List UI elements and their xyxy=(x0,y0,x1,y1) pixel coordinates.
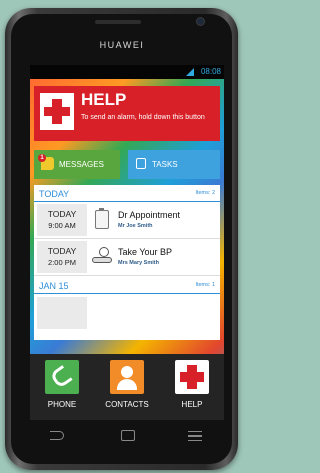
item-date xyxy=(37,297,87,329)
agenda-item-partial[interactable] xyxy=(34,295,220,331)
signal-icon xyxy=(186,68,194,76)
dock-contacts[interactable]: CONTACTS xyxy=(97,360,157,416)
contacts-icon xyxy=(110,360,144,394)
section-title: TODAY xyxy=(39,189,70,199)
screen: 08:08 HELP To send an alarm, hold down t… xyxy=(30,65,224,420)
item-time: 2:00 PM xyxy=(48,258,76,267)
section-divider xyxy=(34,293,220,294)
phone-icon xyxy=(45,360,79,394)
blood-pressure-icon xyxy=(92,246,114,268)
tasks-icon xyxy=(136,158,146,169)
messages-badge: 1 xyxy=(38,154,46,162)
earpiece xyxy=(95,20,141,24)
status-time: 08:08 xyxy=(200,67,221,76)
dock-phone[interactable]: PHONE xyxy=(32,360,92,416)
menu-icon[interactable] xyxy=(188,431,202,441)
item-date: TODAY 2:00 PM xyxy=(37,241,87,273)
item-date: TODAY 9:00 AM xyxy=(37,204,87,236)
navigation-bar xyxy=(30,425,224,447)
item-person: Mr Joe Smith xyxy=(118,223,153,229)
brand-logo: HUAWEI xyxy=(99,40,145,50)
clipboard-icon xyxy=(92,208,114,231)
item-time: 9:00 AM xyxy=(48,221,76,230)
section-header-jan-15: JAN 15 Items: 1 xyxy=(34,277,220,294)
help-button[interactable]: HELP To send an alarm, hold down this bu… xyxy=(34,86,220,141)
dock: PHONE CONTACTS HELP xyxy=(30,354,224,420)
status-bar: 08:08 xyxy=(30,65,224,79)
section-header-today: TODAY Items: 2 xyxy=(34,185,220,202)
item-title: Dr Appointment xyxy=(118,210,181,220)
red-cross-icon xyxy=(40,93,74,130)
messages-label: MESSAGES xyxy=(59,160,104,169)
agenda-list[interactable]: TODAY Items: 2 TODAY 9:00 AM Dr Appointm… xyxy=(34,185,220,340)
help-title: HELP xyxy=(81,90,127,109)
item-title: Take Your BP xyxy=(118,247,173,257)
home-icon[interactable] xyxy=(121,430,135,441)
tasks-label: TASKS xyxy=(152,160,178,169)
dock-label: HELP xyxy=(181,400,203,409)
front-camera xyxy=(196,17,205,26)
help-instructions: To send an alarm, hold down this button xyxy=(81,114,205,121)
messages-tile[interactable]: 1 MESSAGES xyxy=(34,150,120,179)
red-cross-icon xyxy=(175,360,209,394)
page-indicator xyxy=(98,348,158,361)
back-icon[interactable] xyxy=(50,431,64,440)
section-title: JAN 15 xyxy=(39,281,69,291)
tasks-tile[interactable]: TASKS xyxy=(128,150,220,179)
agenda-item-dr-appointment[interactable]: TODAY 9:00 AM Dr Appointment Mr Joe Smit… xyxy=(34,202,220,239)
dock-label: CONTACTS xyxy=(105,400,149,409)
section-count: Items: 1 xyxy=(195,282,215,288)
item-day: TODAY xyxy=(47,209,77,219)
dock-help[interactable]: HELP xyxy=(162,360,222,416)
item-person: Mrs Mary Smith xyxy=(118,260,159,266)
section-count: Items: 2 xyxy=(195,190,215,196)
agenda-item-take-bp[interactable]: TODAY 2:00 PM Take Your BP Mrs Mary Smit… xyxy=(34,239,220,276)
dock-label: PHONE xyxy=(47,400,77,409)
item-day: TODAY xyxy=(47,246,77,256)
